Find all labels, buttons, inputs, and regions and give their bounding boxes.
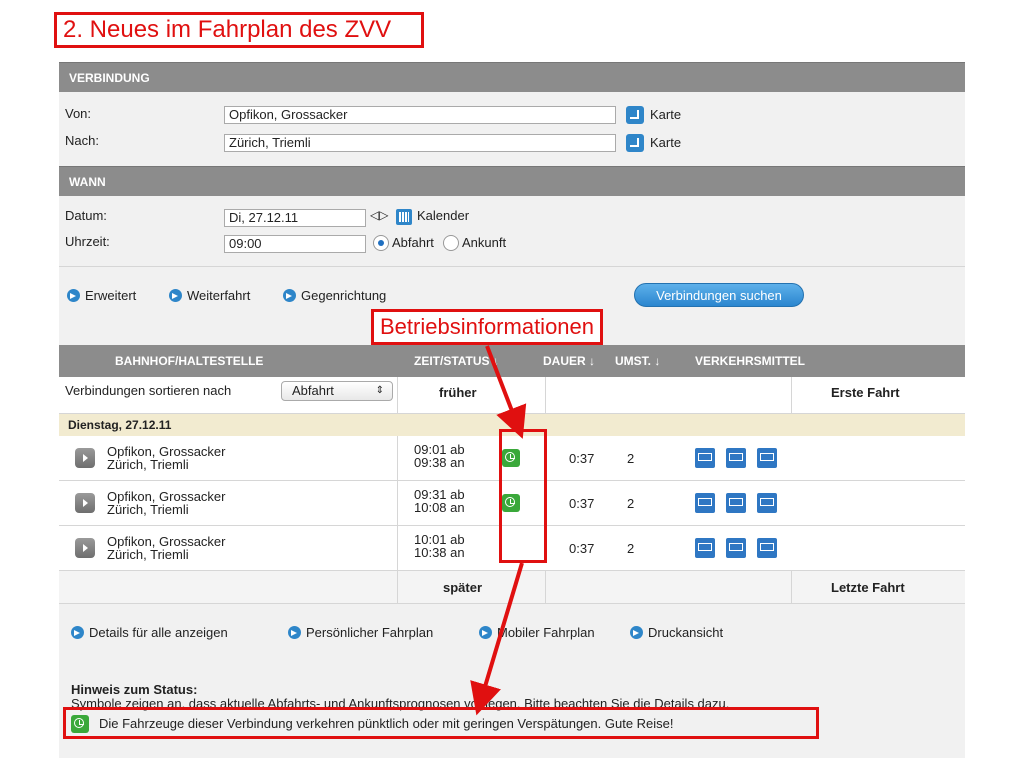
bus-icon [695, 538, 715, 558]
arrow-right-icon [169, 289, 182, 302]
col-header-time[interactable]: ZEIT/STATUS ↓ [414, 345, 499, 377]
bus-icon [757, 493, 777, 513]
search-connections-button[interactable]: Verbindungen suchen [634, 283, 804, 307]
later-row: später Letzte Fahrt [59, 571, 965, 604]
train-icon [726, 448, 746, 468]
mobile-timetable-link[interactable]: Mobiler Fahrplan [479, 625, 595, 640]
sort-row: Verbindungen sortieren nach Abfahrt ⇕ frü… [59, 377, 965, 414]
abfahrt-label: Abfahrt [392, 235, 434, 250]
expand-row-icon[interactable] [75, 448, 95, 468]
arrival-time: 10:08 an [414, 500, 465, 515]
arrow-right-icon [630, 626, 643, 639]
nach-input[interactable]: Zürich, Triemli [224, 134, 616, 152]
details-all-link[interactable]: Details für alle anzeigen [71, 625, 228, 640]
map-icon[interactable] [626, 134, 644, 152]
changes: 2 [627, 451, 635, 466]
earlier-link[interactable]: früher [439, 385, 477, 400]
col-header-transport: VERKEHRSMITTEL [695, 354, 806, 368]
results-table-header: BAHNHOF/HALTESTELLE ZEIT/STATUS ↓ DAUER … [59, 345, 965, 377]
bus-icon [695, 493, 715, 513]
to-station: Zürich, Triemli [107, 502, 189, 517]
date-prev-next-arrows[interactable]: ◁▷ [370, 208, 388, 222]
arrow-right-icon [479, 626, 492, 639]
first-trip-link[interactable]: Erste Fahrt [831, 385, 900, 400]
datum-label: Datum: [65, 208, 107, 223]
bus-icon [695, 448, 715, 468]
expand-row-icon[interactable] [75, 493, 95, 513]
section-header-verbindung: VERBINDUNG [59, 62, 965, 92]
annotation-label: Betriebsinformationen [371, 309, 604, 345]
von-input[interactable]: Opfikon, Grossacker [224, 106, 616, 124]
bus-icon [757, 448, 777, 468]
slide-title: 2. Neues im Fahrplan des ZVV [54, 12, 424, 48]
changes: 2 [627, 541, 635, 556]
section-header-wann: WANN [59, 166, 965, 196]
weiterfahrt-link[interactable]: Weiterfahrt [169, 288, 250, 303]
arrow-right-icon [71, 626, 84, 639]
nach-label: Nach: [65, 133, 99, 148]
abfahrt-radio[interactable] [373, 235, 389, 251]
col-header-station[interactable]: BAHNHOF/HALTESTELLE [115, 345, 263, 377]
arrow-right-icon [288, 626, 301, 639]
karte-link-von[interactable]: Karte [650, 107, 681, 122]
von-label: Von: [65, 106, 92, 121]
to-station: Zürich, Triemli [107, 547, 189, 562]
uhrzeit-label: Uhrzeit: [65, 234, 110, 249]
ankunft-radio[interactable] [443, 235, 459, 251]
train-icon [726, 493, 746, 513]
sort-select[interactable]: Abfahrt ⇕ [281, 381, 393, 401]
to-station: Zürich, Triemli [107, 457, 189, 472]
erweitert-link[interactable]: Erweitert [67, 288, 136, 303]
calendar-icon[interactable] [396, 209, 412, 225]
arrow-right-icon [283, 289, 296, 302]
last-trip-link[interactable]: Letzte Fahrt [831, 580, 905, 595]
datum-input[interactable]: Di, 27.12.11 [224, 209, 366, 227]
sort-label: Verbindungen sortieren nach [65, 383, 232, 398]
kalender-link[interactable]: Kalender [417, 208, 469, 223]
duration: 0:37 [569, 496, 595, 511]
uhrzeit-input[interactable]: 09:00 [224, 235, 366, 253]
changes: 2 [627, 496, 635, 511]
karte-link-nach[interactable]: Karte [650, 135, 681, 150]
print-view-link[interactable]: Druckansicht [630, 625, 723, 640]
gegenrichtung-link[interactable]: Gegenrichtung [283, 288, 386, 303]
annotation-highlight-status [499, 429, 547, 563]
arrival-time: 09:38 an [414, 455, 465, 470]
duration: 0:37 [569, 451, 595, 466]
timetable-panel: VERBINDUNG Von: Opfikon, Grossacker Kart… [59, 62, 965, 758]
map-icon[interactable] [626, 106, 644, 124]
divider [59, 266, 965, 267]
duration: 0:37 [569, 541, 595, 556]
bus-icon [757, 538, 777, 558]
train-icon [726, 538, 746, 558]
chevron-updown-icon: ⇕ [375, 385, 384, 396]
arrival-time: 10:38 an [414, 545, 465, 560]
hint-title: Hinweis zum Status: [71, 682, 198, 697]
col-header-duration[interactable]: DAUER ↓ [543, 345, 595, 377]
personal-timetable-link[interactable]: Persönlicher Fahrplan [288, 625, 433, 640]
expand-row-icon[interactable] [75, 538, 95, 558]
col-header-changes[interactable]: UMST. ↓ [615, 345, 660, 377]
arrow-right-icon [67, 289, 80, 302]
ankunft-label: Ankunft [462, 235, 507, 250]
later-link[interactable]: später [443, 580, 482, 595]
annotation-highlight-legend [63, 707, 819, 739]
